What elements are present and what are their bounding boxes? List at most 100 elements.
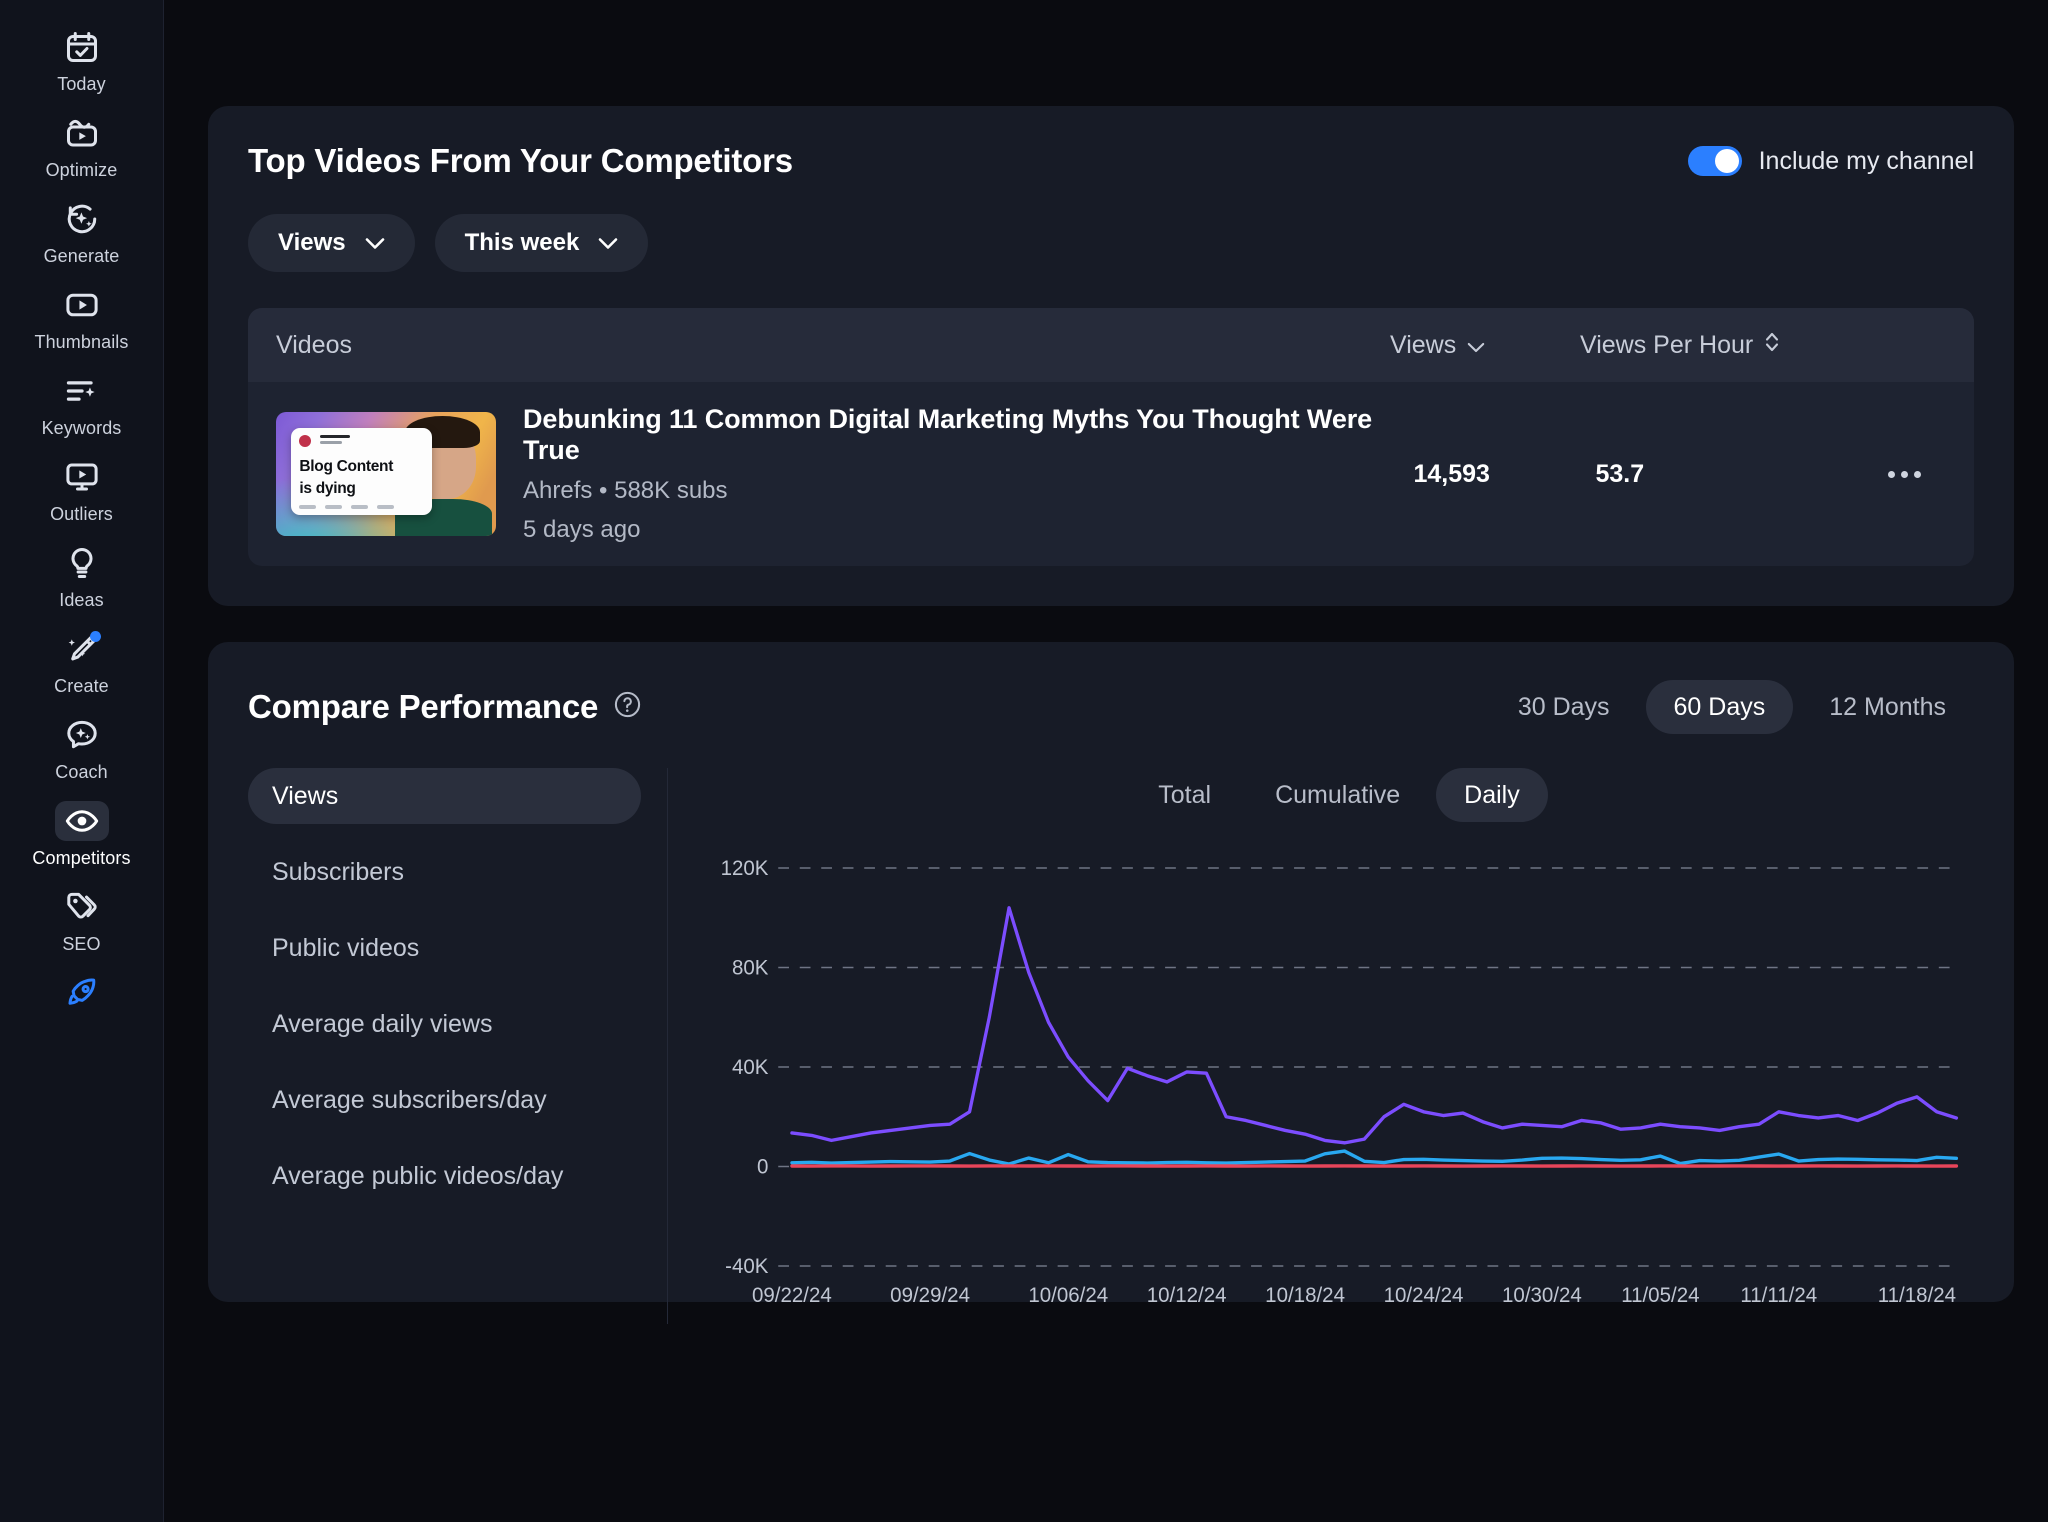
list-sparkle-icon <box>55 371 109 411</box>
column-header-views-per-hour[interactable]: Views Per Hour <box>1580 331 1860 360</box>
performance-chart[interactable]: 120K 80K 40K 0 -40K 09/22/24 09/29/24 10/06/24 1… <box>704 854 1974 1324</box>
thumbnail-headline-line2: is dying <box>299 480 424 497</box>
date-range-tab-12-months[interactable]: 12 Months <box>1801 680 1974 734</box>
column-header-videos: Videos <box>276 331 1390 360</box>
chevron-down-icon <box>598 229 618 257</box>
thumbnail-tweet-action <box>299 505 316 509</box>
table-row[interactable]: Blog Content is dying Debunking 11 Commo… <box>248 382 1974 566</box>
sidebar-item-competitors[interactable]: Competitors <box>0 792 163 878</box>
compare-performance-body: Views Subscribers Public videos Average dai… <box>248 768 1974 1324</box>
video-channel: Ahrefs • 588K subs <box>523 477 1398 505</box>
date-range-tab-30-days[interactable]: 30 Days <box>1490 680 1638 734</box>
tags-icon <box>55 887 109 927</box>
sidebar-item-label: Outliers <box>50 504 113 525</box>
sidebar-item-label: Competitors <box>32 848 130 869</box>
sidebar-item-label: Coach <box>55 762 108 783</box>
x-axis-tick-label: 09/29/24 <box>890 1284 970 1307</box>
y-axis-tick-label: 40K <box>732 1056 769 1079</box>
video-views-per-hour-value: 53.7 <box>1595 460 1863 489</box>
metric-item-subscribers[interactable]: Subscribers <box>248 844 641 900</box>
sidebar-item-seo[interactable]: SEO <box>0 878 163 964</box>
x-axis-tick-label: 10/06/24 <box>1028 1284 1108 1307</box>
sidebar-item-label: Ideas <box>59 590 104 611</box>
x-axis-tick-label: 09/22/24 <box>752 1284 832 1307</box>
video-published: 5 days ago <box>523 516 1398 544</box>
magic-pencil-icon <box>55 629 109 669</box>
x-axis-tick-label: 10/18/24 <box>1265 1284 1345 1307</box>
thumbnail-tweet-action <box>351 505 368 509</box>
sidebar-item-ideas[interactable]: Ideas <box>0 534 163 620</box>
chart-mode-tab-total[interactable]: Total <box>1130 768 1239 822</box>
chart-line-blue-channel <box>792 1151 1956 1164</box>
performance-chart-svg: 120K 80K 40K 0 -40K 09/22/24 09/29/24 10/06/24 1… <box>704 854 1974 1324</box>
sidebar-item-rocket[interactable] <box>0 964 163 1022</box>
column-header-views-label: Views <box>1390 331 1456 360</box>
main-content: Top Videos From Your Competitors Include… <box>164 0 2048 1522</box>
sidebar-item-thumbnails[interactable]: Thumbnails <box>0 276 163 362</box>
sidebar-item-outliers[interactable]: Outliers <box>0 448 163 534</box>
chart-mode-tab-cumulative[interactable]: Cumulative <box>1247 768 1428 822</box>
thumbnail-tweet-action <box>325 505 342 509</box>
compare-performance-card: Compare Performance 30 Days60 Days12 Mon… <box>208 642 2014 1302</box>
y-axis-tick-label: 80K <box>732 956 769 979</box>
chart-line-purple-channel <box>792 908 1956 1143</box>
row-menu-button[interactable] <box>1864 471 1946 478</box>
metric-item-public-videos[interactable]: Public videos <box>248 920 641 976</box>
notification-badge <box>90 631 101 642</box>
chevron-down-icon <box>365 229 385 257</box>
sidebar-item-coach[interactable]: Coach <box>0 706 163 792</box>
filter-pills: Views This week <box>248 214 1974 272</box>
more-horizontal-icon <box>1888 471 1921 478</box>
thumbnail-tweet-action <box>377 505 394 509</box>
compare-performance-header: Compare Performance 30 Days60 Days12 Mon… <box>248 680 1974 734</box>
metric-item-average-public-videos-day[interactable]: Average public videos/day <box>248 1148 641 1204</box>
sidebar-item-keywords[interactable]: Keywords <box>0 362 163 448</box>
x-axis-tick-label: 10/24/24 <box>1384 1284 1464 1307</box>
sidebar-item-generate[interactable]: Generate <box>0 190 163 276</box>
video-views-value: 14,593 <box>1414 460 1596 489</box>
table-header-row: Videos Views Views Per Hour <box>248 308 1974 382</box>
video-title[interactable]: Debunking 11 Common Digital Marketing My… <box>523 404 1398 466</box>
video-info: Debunking 11 Common Digital Marketing My… <box>496 404 1414 544</box>
column-header-views[interactable]: Views <box>1390 331 1580 360</box>
x-axis-tick-label: 11/18/24 <box>1878 1284 1956 1307</box>
time-range-filter[interactable]: This week <box>435 214 649 272</box>
video-thumbnail[interactable]: Blog Content is dying <box>276 412 496 536</box>
thumbnail-tweet-avatar <box>299 435 311 447</box>
metric-item-average-daily-views[interactable]: Average daily views <box>248 996 641 1052</box>
sidebar-item-create[interactable]: Create <box>0 620 163 706</box>
eye-icon <box>55 801 109 841</box>
sidebar-item-label: Today <box>57 74 106 95</box>
y-axis-tick-label: 0 <box>757 1155 768 1178</box>
sparkle-refresh-icon <box>55 199 109 239</box>
metric-item-average-subscribers-day[interactable]: Average subscribers/day <box>248 1072 641 1128</box>
include-my-channel-toggle[interactable] <box>1688 146 1742 176</box>
top-videos-header: Top Videos From Your Competitors Include… <box>248 142 1974 180</box>
chevron-down-icon <box>1467 331 1485 360</box>
thumbnail-tweet-actions <box>299 505 394 509</box>
sort-by-filter-label: Views <box>278 229 346 257</box>
sort-by-filter[interactable]: Views <box>248 214 415 272</box>
sidebar-item-label: Optimize <box>46 160 118 181</box>
sidebar: Today Optimize Generate Thumbnails Keywords O… <box>0 0 164 1522</box>
chart-mode-tab-daily[interactable]: Daily <box>1436 768 1548 822</box>
chat-sparkle-icon <box>55 715 109 755</box>
sidebar-item-label: Thumbnails <box>34 332 128 353</box>
sidebar-item-optimize[interactable]: Optimize <box>0 104 163 190</box>
videos-table: Videos Views Views Per Hour <box>248 308 1974 566</box>
metric-list: Views Subscribers Public videos Average dai… <box>248 768 668 1324</box>
y-axis-tick-label: 120K <box>721 857 769 880</box>
x-axis-tick-label: 10/30/24 <box>1502 1284 1582 1307</box>
include-my-channel-label: Include my channel <box>1759 147 1974 176</box>
sidebar-item-label: Keywords <box>42 418 122 439</box>
date-range-tab-60-days[interactable]: 60 Days <box>1646 680 1794 734</box>
x-axis-tick-label: 10/12/24 <box>1147 1284 1227 1307</box>
sidebar-item-today[interactable]: Today <box>0 18 163 104</box>
column-header-views-per-hour-label: Views Per Hour <box>1580 331 1753 360</box>
sidebar-item-label: Create <box>54 676 109 697</box>
y-axis-tick-label: -40K <box>725 1255 768 1278</box>
help-circle-icon[interactable] <box>613 690 642 724</box>
metric-item-views[interactable]: Views <box>248 768 641 824</box>
lightbulb-icon <box>55 543 109 583</box>
include-my-channel-control[interactable]: Include my channel <box>1688 146 1974 176</box>
